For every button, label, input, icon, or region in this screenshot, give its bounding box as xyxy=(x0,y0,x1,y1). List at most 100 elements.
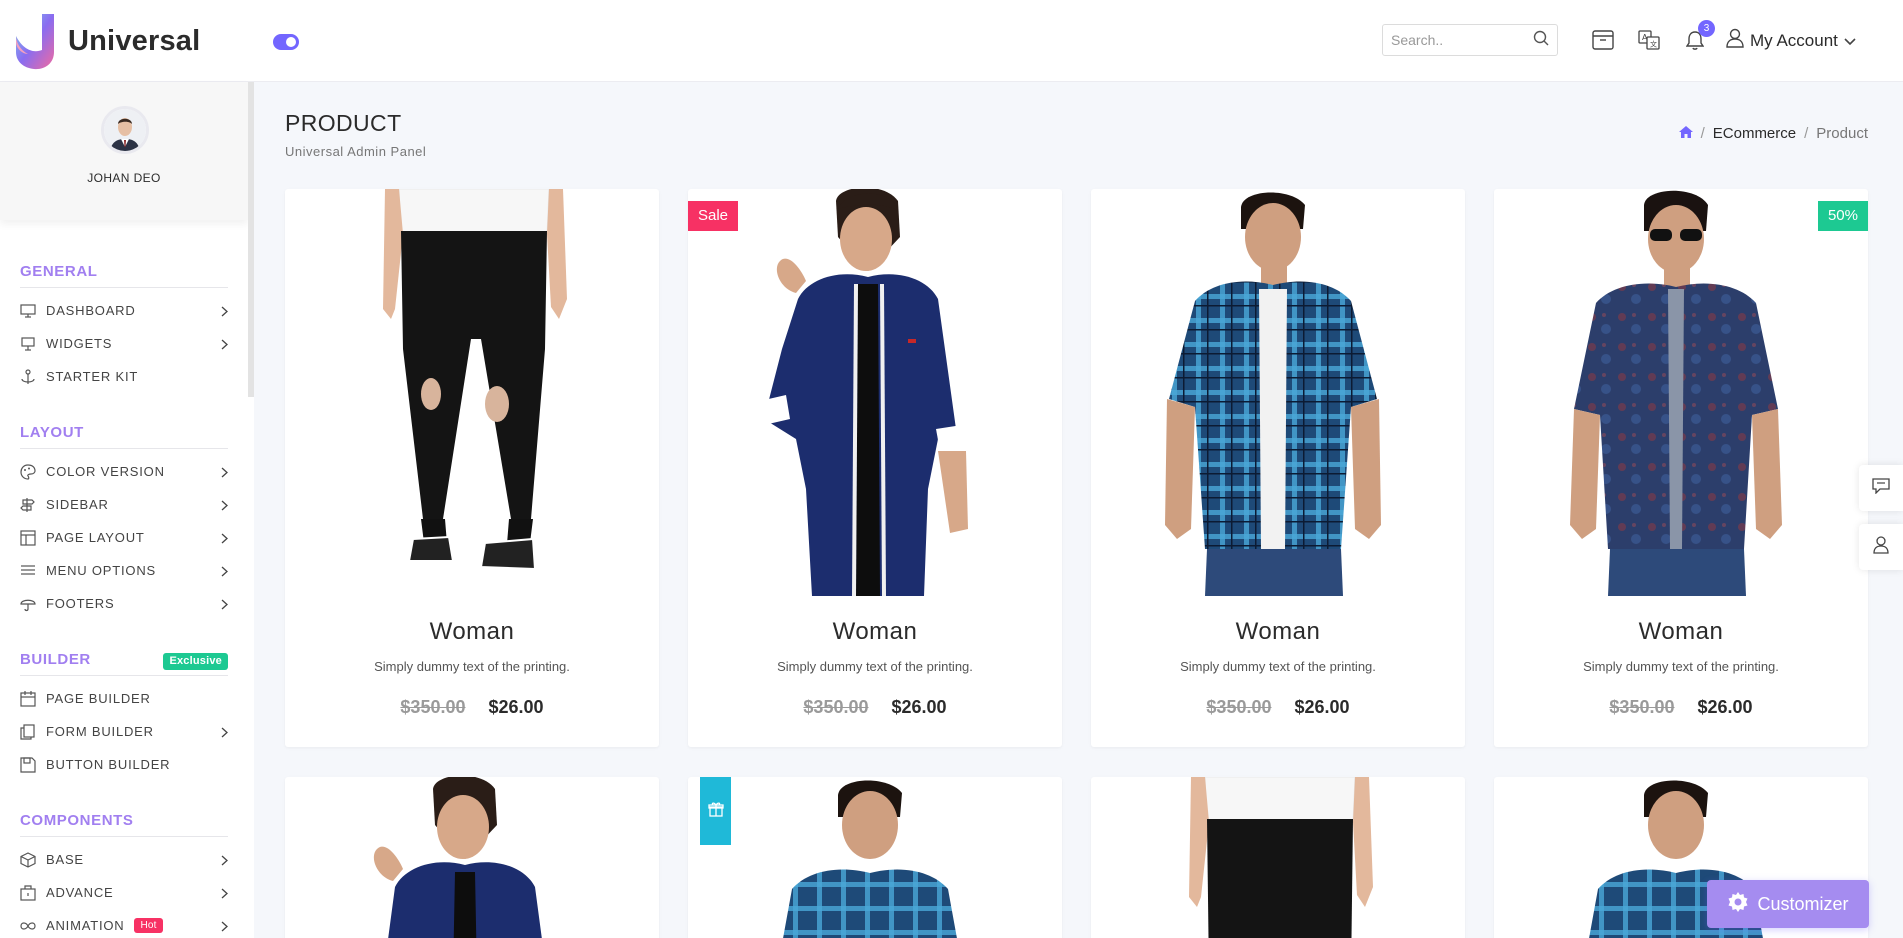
sidebar-item-page-builder[interactable]: PAGE BUILDER xyxy=(20,682,228,715)
product-title[interactable]: Woman xyxy=(1494,618,1868,646)
sidebar: JOHAN DEO GENERAL DASHBOARD WIDGETS STAR… xyxy=(0,82,254,938)
new-price: $26.00 xyxy=(891,697,947,717)
infinity-icon xyxy=(20,918,42,934)
bell-icon[interactable]: 3 xyxy=(1683,20,1715,52)
section-title: GENERAL xyxy=(20,256,228,288)
palette-icon xyxy=(20,463,42,480)
section-title: COMPONENTS xyxy=(20,805,228,837)
layout-icon xyxy=(20,529,42,546)
sidebar-item-label: FOOTERS xyxy=(46,596,115,611)
account-label: My Account xyxy=(1750,30,1838,50)
page-subtitle: Universal Admin Panel xyxy=(285,144,427,159)
gear-icon xyxy=(1727,891,1749,918)
sidebar-item-label: DASHBOARD xyxy=(46,303,136,318)
list-icon xyxy=(20,563,42,579)
product-image[interactable] xyxy=(285,189,659,596)
product-card[interactable]: Sale Woman Simply dummy text of the prin… xyxy=(688,189,1062,747)
home-icon[interactable] xyxy=(1678,125,1693,142)
sidebar-toggle[interactable] xyxy=(273,34,299,50)
sidebar-item-starter-kit[interactable]: STARTER KIT xyxy=(20,360,228,393)
archive-icon[interactable] xyxy=(1591,28,1615,52)
sidebar-item-label: MENU OPTIONS xyxy=(46,563,156,578)
product-image[interactable] xyxy=(1494,189,1868,596)
sidebar-item-label: PAGE LAYOUT xyxy=(46,530,145,545)
product-image[interactable] xyxy=(688,189,1062,596)
section-title: LAYOUT xyxy=(20,417,228,449)
svg-text:文: 文 xyxy=(1650,40,1657,49)
product-title[interactable]: Woman xyxy=(688,618,1062,646)
sidebar-item-animation[interactable]: ANIMATION Hot xyxy=(20,909,228,938)
sidebar-item-widgets[interactable]: WIDGETS xyxy=(20,327,228,360)
top-header: Universal A文 3 My Account xyxy=(0,0,1903,82)
sidebar-item-label: ANIMATION xyxy=(46,918,125,933)
search-icon[interactable] xyxy=(1533,30,1549,51)
product-description: Simply dummy text of the printing. xyxy=(374,659,570,674)
sidebar-item-form-builder[interactable]: FORM BUILDER xyxy=(20,715,228,748)
discount-ribbon: 50% xyxy=(1817,201,1868,231)
brand-logo[interactable]: Universal xyxy=(14,12,200,70)
menu-section-builder: BUILDER Exclusive PAGE BUILDER FORM BUIL… xyxy=(20,644,228,781)
breadcrumb-ecommerce[interactable]: ECommerce xyxy=(1713,125,1796,142)
product-card[interactable] xyxy=(1091,777,1465,938)
chat-float-button[interactable] xyxy=(1859,465,1903,511)
sidebar-item-label: BASE xyxy=(46,852,84,867)
search-input[interactable] xyxy=(1391,32,1533,48)
search-box[interactable] xyxy=(1382,24,1558,56)
page-title: PRODUCT xyxy=(285,110,402,136)
sidebar-item-label: SIDEBAR xyxy=(46,497,109,512)
product-image[interactable] xyxy=(688,777,1062,938)
sidebar-item-base[interactable]: BASE xyxy=(20,843,228,876)
sidebar-item-footers[interactable]: FOOTERS xyxy=(20,587,228,620)
box-icon xyxy=(20,851,42,868)
chevron-right-icon xyxy=(221,305,228,320)
product-card[interactable]: Woman Simply dummy text of the printing.… xyxy=(1091,189,1465,747)
old-price: $350.00 xyxy=(400,697,466,717)
new-price: $26.00 xyxy=(1294,697,1350,717)
sale-ribbon: Sale xyxy=(688,201,739,231)
menu-section-components: COMPONENTS BASE ADVANCE ANIMATION Hot xyxy=(20,805,228,938)
sidebar-item-page-layout[interactable]: PAGE LAYOUT xyxy=(20,521,228,554)
chevron-right-icon xyxy=(221,466,228,481)
breadcrumb-separator: / xyxy=(1700,125,1705,142)
breadcrumb-product: Product xyxy=(1816,125,1868,142)
product-price: $350.00 $26.00 xyxy=(688,697,1062,718)
sidebar-item-color-version[interactable]: COLOR VERSION xyxy=(20,455,228,488)
product-image[interactable] xyxy=(1091,777,1465,938)
sidebar-item-label: PAGE BUILDER xyxy=(46,691,151,706)
menu-section-layout: LAYOUT COLOR VERSION SIDEBAR PAGE LAYOUT… xyxy=(20,417,228,620)
product-card[interactable] xyxy=(285,777,659,938)
chevron-right-icon xyxy=(221,854,228,869)
product-description: Simply dummy text of the printing. xyxy=(1583,659,1779,674)
account-menu[interactable]: My Account xyxy=(1726,28,1856,53)
sidebar-item-sidebar[interactable]: SIDEBAR xyxy=(20,488,228,521)
product-title[interactable]: Woman xyxy=(285,618,659,646)
profile-name: JOHAN DEO xyxy=(87,171,161,185)
product-card[interactable]: 50% Woman Simply dummy text of the print… xyxy=(1494,189,1868,747)
product-card[interactable]: Woman Simply dummy text of the printing.… xyxy=(285,189,659,747)
user-float-button[interactable] xyxy=(1859,524,1903,570)
sidebar-item-label: COLOR VERSION xyxy=(46,464,165,479)
chevron-right-icon xyxy=(221,499,228,514)
chevron-right-icon xyxy=(221,920,228,935)
product-card[interactable] xyxy=(688,777,1062,938)
breadcrumb-separator: / xyxy=(1804,125,1809,142)
translate-icon[interactable]: A文 xyxy=(1637,28,1661,52)
sidebar-item-menu-options[interactable]: MENU OPTIONS xyxy=(20,554,228,587)
exclusive-badge: Exclusive xyxy=(163,653,228,670)
sidebar-item-button-builder[interactable]: BUTTON BUILDER xyxy=(20,748,228,781)
sidebar-item-advance[interactable]: ADVANCE xyxy=(20,876,228,909)
product-image[interactable] xyxy=(285,777,659,938)
product-price: $350.00 $26.00 xyxy=(285,697,659,718)
product-image[interactable] xyxy=(1091,189,1465,596)
sidebar-item-label: FORM BUILDER xyxy=(46,724,154,739)
menu-section-general: GENERAL DASHBOARD WIDGETS STARTER KIT xyxy=(20,256,228,393)
product-description: Simply dummy text of the printing. xyxy=(1180,659,1376,674)
sidebar-item-dashboard[interactable]: DASHBOARD xyxy=(20,294,228,327)
product-title[interactable]: Woman xyxy=(1091,618,1465,646)
widget-icon xyxy=(20,336,42,352)
sidebar-item-label: BUTTON BUILDER xyxy=(46,757,171,772)
sidebar-scrollbar[interactable] xyxy=(248,82,254,397)
avatar[interactable] xyxy=(101,106,149,154)
customizer-button[interactable]: Customizer xyxy=(1707,880,1869,928)
svg-text:A: A xyxy=(1642,33,1648,42)
